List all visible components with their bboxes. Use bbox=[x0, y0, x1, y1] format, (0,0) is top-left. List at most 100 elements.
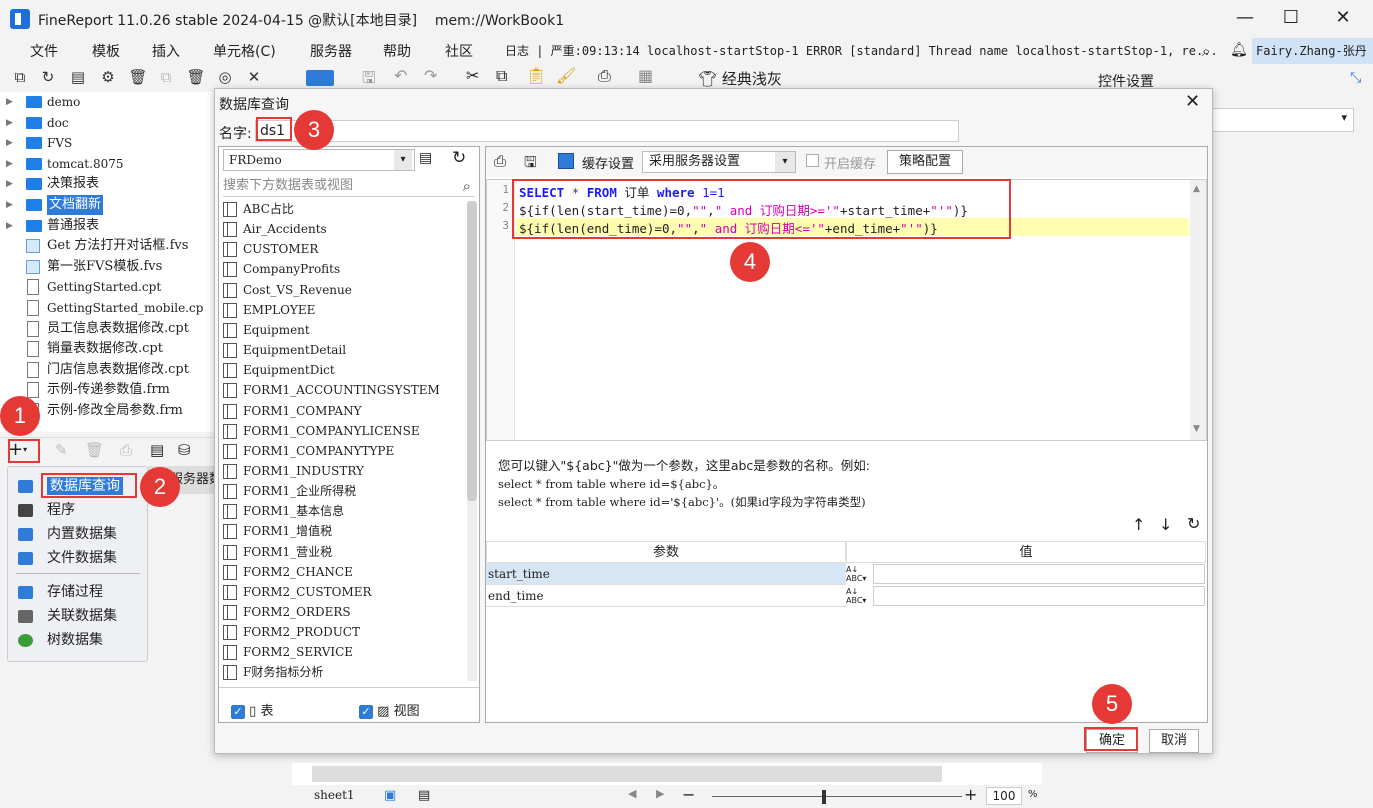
editor-scrollbar[interactable]: ▲ ▼ bbox=[1190, 180, 1206, 440]
cache-mode-select[interactable]: 采用服务器设置 ▾ bbox=[642, 151, 796, 173]
zoom-out-icon[interactable]: − bbox=[682, 785, 695, 804]
tree-item[interactable]: GettingStarted.cpt bbox=[0, 277, 218, 297]
sheet-tab[interactable]: sheet1 bbox=[314, 788, 355, 802]
refresh-icon[interactable]: ↻ bbox=[452, 148, 466, 168]
type-selector-icon[interactable]: A↓ ABC▾ bbox=[846, 587, 872, 607]
strategy-config-button[interactable]: 策略配置 bbox=[887, 150, 963, 174]
table-list-item[interactable]: FORM2_ORDERS bbox=[221, 602, 351, 622]
table-list-item[interactable]: FORM2_SERVICE bbox=[221, 642, 353, 662]
menu-help[interactable]: 帮助 bbox=[383, 41, 411, 61]
open-icon[interactable]: ▤ bbox=[68, 67, 88, 87]
table-list-item[interactable]: FORM1_ACCOUNTINGSYSTEM bbox=[221, 380, 440, 400]
table-list-item[interactable]: CompanyProfits bbox=[221, 259, 340, 279]
redo-icon[interactable]: ↷ bbox=[424, 66, 437, 85]
param-name-cell[interactable]: start_time bbox=[486, 563, 846, 585]
table-list-item[interactable]: EquipmentDict bbox=[221, 360, 335, 380]
minimize-button[interactable]: — bbox=[1222, 0, 1268, 38]
tree-item[interactable]: ▶ 文档翻新 bbox=[0, 195, 218, 215]
table-list-item[interactable]: F财务指标分析 bbox=[221, 662, 323, 682]
zoom-input[interactable]: 100 bbox=[986, 787, 1022, 805]
table-list-item[interactable]: Air_Accidents bbox=[221, 219, 327, 239]
collapse-icon[interactable]: ✕ bbox=[244, 67, 264, 87]
image-icon[interactable]: ▦ bbox=[638, 66, 653, 85]
add-report-sheet-icon[interactable]: ▣ bbox=[384, 788, 396, 803]
delete-icon[interactable]: 🗑︎ bbox=[85, 441, 104, 459]
tree-item[interactable]: 门店信息表数据修改.cpt bbox=[0, 360, 218, 380]
chevron-right-icon[interactable]: ▶ bbox=[6, 133, 13, 153]
connection-select[interactable]: FRDemo ▾ bbox=[223, 149, 415, 171]
preview-icon[interactable]: ⎙ bbox=[120, 441, 132, 459]
maximize-button[interactable]: ☐ bbox=[1268, 0, 1314, 38]
zoom-in-icon[interactable]: + bbox=[964, 785, 977, 804]
chevron-right-icon[interactable]: ▶ bbox=[6, 216, 13, 236]
delete-icon[interactable]: 🗑︎ bbox=[128, 67, 148, 87]
menu-relation[interactable]: 关联数据集 bbox=[18, 605, 117, 627]
chevron-right-icon[interactable]: ▶ bbox=[6, 195, 13, 215]
paste-icon[interactable]: 📋︎ bbox=[526, 66, 546, 85]
search-icon[interactable]: ⌕ bbox=[1202, 42, 1210, 60]
connection-edit-icon[interactable]: ▤ bbox=[419, 150, 432, 166]
copy-icon[interactable]: ⧉ bbox=[496, 66, 507, 86]
table-list-item[interactable]: ABC占比 bbox=[221, 199, 294, 219]
table-list-item[interactable]: FORM1_INDUSTRY bbox=[221, 461, 364, 481]
database-icon[interactable]: ⛁ bbox=[178, 441, 191, 459]
tree-item[interactable]: ▶ 普通报表 bbox=[0, 216, 218, 236]
type-selector-icon[interactable]: A↓ ABC▾ bbox=[846, 565, 872, 585]
menu-server[interactable]: 服务器 bbox=[310, 41, 352, 61]
tree-item[interactable]: 销量表数据修改.cpt bbox=[0, 339, 218, 359]
show-views-checkbox[interactable]: ✓ ▨ 视图 bbox=[359, 700, 420, 719]
table-list-item[interactable]: FORM2_CHANCE bbox=[221, 562, 353, 582]
show-tables-checkbox[interactable]: ✓ ▯ 表 bbox=[231, 700, 273, 719]
remove-icon[interactable]: 🗑︎ bbox=[186, 67, 206, 87]
table-list-item[interactable]: FORM1_企业所得税 bbox=[221, 481, 356, 501]
tree-item[interactable]: 示例-传递参数值.frm bbox=[0, 380, 218, 400]
format-brush-icon[interactable]: 🖌︎ bbox=[556, 66, 576, 85]
menu-community[interactable]: 社区 bbox=[445, 41, 473, 61]
menu-program[interactable]: 程序 bbox=[18, 499, 75, 521]
settings-icon[interactable]: ⚙ bbox=[98, 67, 118, 87]
new-folder-icon[interactable]: ⧉ bbox=[10, 67, 30, 87]
table-list-item[interactable]: EquipmentDetail bbox=[221, 340, 346, 360]
cut-icon[interactable]: ✂ bbox=[466, 66, 479, 85]
table-list-item[interactable]: FORM1_基本信息 bbox=[221, 501, 344, 521]
table-search-input[interactable]: 搜索下方数据表或视图 ⌕ bbox=[223, 175, 475, 197]
table-list-item[interactable]: FORM2_CUSTOMER bbox=[221, 582, 372, 602]
chevron-right-icon[interactable]: ▶ bbox=[6, 113, 13, 133]
menu-file[interactable]: 文件 bbox=[30, 41, 58, 61]
chevron-right-icon[interactable]: ▶ bbox=[6, 174, 13, 194]
menu-cell[interactable]: 单元格(C) bbox=[213, 41, 276, 61]
menu-embedded[interactable]: 内置数据集 bbox=[18, 523, 117, 545]
param-value-input[interactable] bbox=[873, 586, 1205, 606]
tree-item[interactable]: ▶ doc bbox=[0, 113, 218, 133]
table-list-item[interactable]: Cost_VS_Revenue bbox=[221, 280, 352, 300]
table-list-item[interactable]: Equipment bbox=[221, 320, 310, 340]
chevron-right-icon[interactable]: ▶ bbox=[6, 154, 13, 174]
menu-procedure[interactable]: 存储过程 bbox=[18, 581, 103, 603]
tree-item[interactable]: ▶ demo bbox=[0, 92, 218, 112]
scrollbar-thumb[interactable] bbox=[467, 201, 477, 501]
menu-insert[interactable]: 插入 bbox=[152, 41, 180, 61]
tree-item[interactable]: ▶ FVS bbox=[0, 133, 218, 153]
enable-cache-checkbox[interactable] bbox=[806, 154, 819, 167]
prev-sheet-icon[interactable]: ◀ bbox=[628, 787, 636, 800]
table-list-item[interactable]: FORM2_PRODUCT bbox=[221, 622, 360, 642]
table-list-scrollbar[interactable] bbox=[467, 201, 477, 681]
tree-item[interactable]: ▶ tomcat.8075 bbox=[0, 154, 218, 174]
tree-item[interactable]: Get 方法打开对话框.fvs bbox=[0, 236, 218, 256]
table-list-item[interactable]: FORM1_增值税 bbox=[221, 521, 332, 541]
undo-icon[interactable]: ↶ bbox=[394, 66, 407, 85]
menu-template[interactable]: 模板 bbox=[92, 41, 120, 61]
cancel-button[interactable]: 取消 bbox=[1149, 729, 1199, 753]
move-down-icon[interactable]: ↓ bbox=[1159, 515, 1172, 534]
tree-item[interactable]: ▶ 决策报表 bbox=[0, 174, 218, 194]
refresh-params-icon[interactable]: ↻ bbox=[1187, 514, 1200, 533]
table-list-item[interactable]: FORM1_COMPANY bbox=[221, 401, 362, 421]
copy-icon[interactable]: ⧉ bbox=[156, 67, 176, 87]
add-form-sheet-icon[interactable]: ▤ bbox=[418, 788, 430, 803]
next-sheet-icon[interactable]: ▶ bbox=[656, 787, 664, 800]
theme-button[interactable]: 👕︎ 经典浅灰 bbox=[698, 68, 782, 89]
preview-icon[interactable]: ⎙ bbox=[494, 152, 506, 170]
close-window-button[interactable]: ✕ bbox=[1320, 0, 1366, 38]
menu-file-dataset[interactable]: 文件数据集 bbox=[18, 547, 117, 569]
refresh-icon[interactable]: ↻ bbox=[38, 67, 58, 87]
